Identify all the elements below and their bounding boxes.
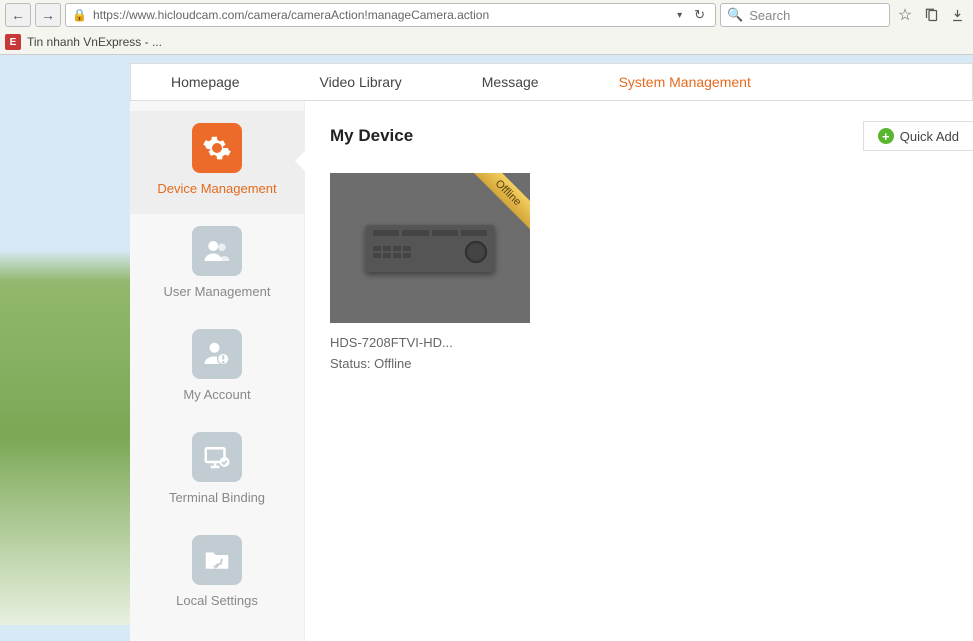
browser-chrome: ← → 🔒 https://www.hicloudcam.com/camera/…: [0, 0, 973, 55]
tab-title[interactable]: Tin nhanh VnExpress - ...: [27, 35, 162, 49]
tab-bar: E Tin nhanh VnExpress - ...: [0, 30, 973, 54]
status-label: Status:: [330, 356, 370, 371]
nav-video-library[interactable]: Video Library: [280, 64, 442, 100]
sidebar-item-device-management[interactable]: Device Management: [130, 111, 304, 214]
sidebar-item-label: Local Settings: [176, 593, 258, 608]
download-icon[interactable]: [946, 4, 968, 26]
top-nav: Homepage Video Library Message System Ma…: [130, 63, 973, 101]
back-button[interactable]: ←: [5, 3, 31, 27]
terminal-icon: [192, 432, 242, 482]
sidebar-item-label: User Management: [164, 284, 271, 299]
device-name: HDS-7208FTVI-HD...: [330, 335, 530, 350]
sidebar: Device Management User Management My Acc…: [130, 101, 305, 641]
dvr-illustration: [365, 224, 495, 272]
sidebar-item-terminal-binding[interactable]: Terminal Binding: [130, 420, 304, 523]
sidebar-item-user-management[interactable]: User Management: [130, 214, 304, 317]
sidebar-item-label: Terminal Binding: [169, 490, 265, 505]
device-status: Status: Offline: [330, 356, 530, 371]
quick-add-label: Quick Add: [900, 129, 959, 144]
nav-system-management[interactable]: System Management: [579, 64, 791, 100]
device-card[interactable]: Offline HDS-720: [330, 173, 530, 371]
quick-add-button[interactable]: + Quick Add: [863, 121, 973, 151]
url-dropdown-icon[interactable]: ▾: [675, 10, 684, 21]
search-box[interactable]: 🔍 Search: [720, 3, 890, 27]
clipboard-icon[interactable]: [920, 4, 942, 26]
url-bar[interactable]: 🔒 https://www.hicloudcam.com/camera/came…: [65, 3, 716, 27]
users-icon: [192, 226, 242, 276]
tab-favicon: E: [5, 34, 21, 50]
nav-homepage[interactable]: Homepage: [131, 64, 280, 100]
gear-icon: [192, 123, 242, 173]
forward-button[interactable]: →: [35, 3, 61, 27]
status-value: Offline: [374, 356, 411, 371]
page-title: My Device: [330, 126, 413, 146]
content-area: My Device + Quick Add Offline: [305, 101, 973, 641]
content-header: My Device + Quick Add: [330, 121, 973, 151]
browser-toolbar: ← → 🔒 https://www.hicloudcam.com/camera/…: [0, 0, 973, 30]
folder-settings-icon: [192, 535, 242, 585]
url-text: https://www.hicloudcam.com/camera/camera…: [93, 8, 669, 22]
sidebar-item-local-settings[interactable]: Local Settings: [130, 523, 304, 626]
lock-icon: 🔒: [72, 8, 87, 22]
reload-button[interactable]: ↻: [690, 7, 709, 23]
device-thumbnail: Offline: [330, 173, 530, 323]
nav-message[interactable]: Message: [442, 64, 579, 100]
account-icon: [192, 329, 242, 379]
bookmark-star-icon[interactable]: ☆: [894, 4, 916, 26]
page-container: Homepage Video Library Message System Ma…: [0, 55, 973, 641]
search-icon: 🔍: [727, 7, 743, 23]
sidebar-item-label: Device Management: [157, 181, 276, 196]
sidebar-item-label: My Account: [183, 387, 250, 402]
search-placeholder: Search: [749, 8, 790, 23]
main-layout: Device Management User Management My Acc…: [130, 101, 973, 641]
plus-icon: +: [878, 128, 894, 144]
sidebar-item-my-account[interactable]: My Account: [130, 317, 304, 420]
